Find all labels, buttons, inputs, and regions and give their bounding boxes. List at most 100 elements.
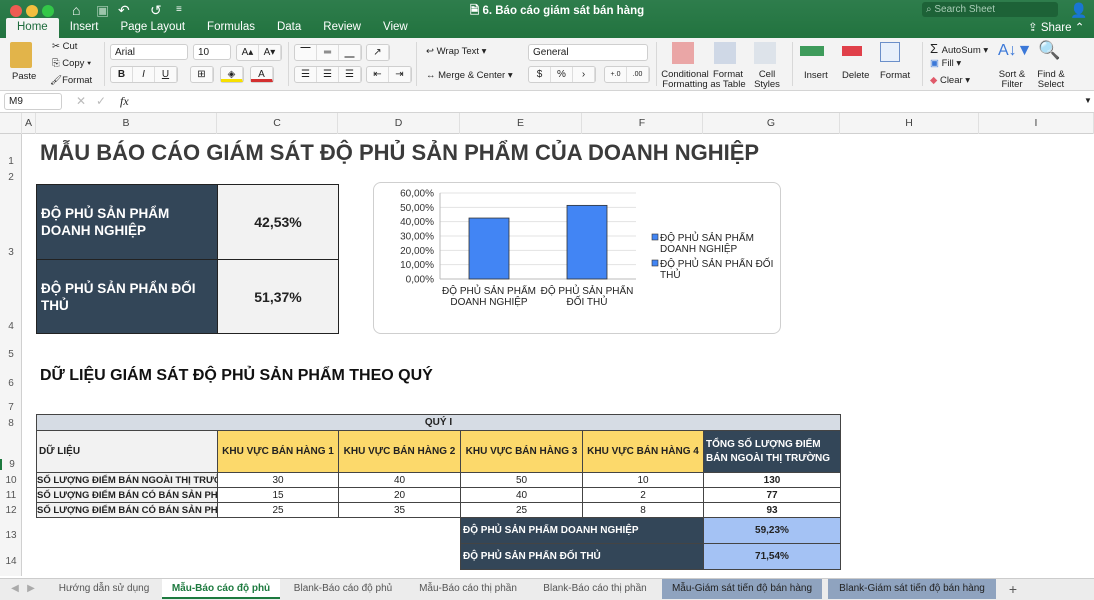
close-window-button[interactable] bbox=[10, 5, 22, 17]
conditional-formatting-button[interactable]: Conditional Formatting bbox=[660, 70, 710, 90]
row-header[interactable]: 4 bbox=[0, 321, 22, 332]
percent-icon[interactable]: % bbox=[551, 67, 573, 82]
function-icon[interactable]: fx bbox=[120, 94, 129, 109]
confirm-icon[interactable]: ✓ bbox=[96, 94, 106, 108]
table-cell[interactable]: 30 bbox=[217, 472, 339, 488]
sheet-tab-active[interactable]: Mẫu-Báo cáo độ phủ bbox=[162, 579, 280, 599]
insert-button[interactable]: Insert bbox=[804, 70, 828, 81]
region-header[interactable]: KHU VỰC BÁN HÀNG 3 bbox=[460, 430, 583, 473]
cell-styles-icon[interactable] bbox=[754, 42, 776, 64]
table-cell[interactable]: 2 bbox=[582, 487, 704, 503]
collapse-ribbon-icon[interactable]: ⌃ bbox=[1075, 22, 1085, 34]
save-icon[interactable]: ▣ bbox=[96, 2, 109, 19]
cancel-icon[interactable]: ✕ bbox=[76, 94, 86, 108]
quarter-header[interactable]: QUÝ I bbox=[36, 414, 841, 431]
decrease-indent-icon[interactable]: ⇤ bbox=[367, 67, 389, 82]
sort-filter-button[interactable]: Sort & Filter bbox=[996, 70, 1028, 90]
format-painter-button[interactable]: 🖌Format bbox=[50, 75, 92, 86]
find-select-button[interactable]: Find & Select bbox=[1034, 70, 1068, 90]
increase-decimal-icon[interactable]: +.0 bbox=[605, 67, 627, 82]
find-icon[interactable]: 🔍 bbox=[1038, 40, 1060, 61]
row-header[interactable]: 6 bbox=[0, 378, 22, 389]
tab-data[interactable]: Data bbox=[266, 18, 312, 38]
customize-toolbar-icon[interactable]: ≡ bbox=[176, 4, 182, 15]
table-cell[interactable]: 25 bbox=[460, 502, 583, 518]
redo-icon[interactable]: ↺ bbox=[150, 2, 162, 19]
data-header[interactable]: DỮ LIỆU bbox=[36, 430, 218, 473]
undo-icon[interactable]: ↶ bbox=[118, 2, 130, 19]
column-header-a[interactable]: A bbox=[22, 113, 36, 134]
fill-button[interactable]: ▣ Fill ▾ bbox=[930, 58, 961, 69]
search-sheet-input[interactable]: ⌕ Search Sheet bbox=[922, 2, 1058, 17]
decrease-decimal-icon[interactable]: .00 bbox=[627, 67, 649, 82]
delete-cells-icon[interactable] bbox=[842, 46, 862, 56]
row-header[interactable]: 13 bbox=[0, 530, 22, 541]
merge-center-button[interactable]: ↔ Merge & Center ▾ bbox=[426, 70, 513, 81]
scroll-right-icon[interactable]: ▶ bbox=[24, 579, 38, 599]
autosum-button[interactable]: Σ AutoSum ▾ bbox=[930, 41, 988, 56]
increase-font-icon[interactable]: A▴ bbox=[237, 45, 259, 60]
insert-cells-icon[interactable] bbox=[800, 46, 824, 56]
kpi-value-company[interactable]: 42,53% bbox=[217, 184, 339, 260]
kpi-label-company[interactable]: ĐỘ PHỦ SẢN PHẨM DOANH NGHIỆP bbox=[36, 184, 218, 260]
tab-page-layout[interactable]: Page Layout bbox=[109, 18, 196, 38]
row-label[interactable]: SỐ LƯỢNG ĐIỂM BÁN CÓ BÁN SẢN PHẨM ĐỐI TH… bbox=[36, 502, 218, 518]
fill-color-button[interactable]: ◈ bbox=[220, 66, 244, 83]
row-label[interactable]: SỐ LƯỢNG ĐIỂM BÁN NGOÀI THỊ TRƯỜNG bbox=[36, 472, 218, 488]
table-cell[interactable]: 40 bbox=[460, 487, 583, 503]
column-header-e[interactable]: E bbox=[460, 113, 582, 134]
align-left-icon[interactable]: ☰ bbox=[295, 67, 317, 82]
minimize-window-button[interactable] bbox=[26, 5, 38, 17]
select-all-corner[interactable] bbox=[0, 113, 22, 134]
sheet-tab[interactable]: Hướng dẫn sử dụng bbox=[48, 579, 160, 599]
align-right-icon[interactable]: ☰ bbox=[339, 67, 361, 82]
border-button[interactable]: ⊞ bbox=[190, 66, 214, 83]
row-header[interactable]: 3 bbox=[0, 247, 22, 258]
row-header[interactable]: 7 bbox=[0, 402, 22, 413]
account-icon[interactable]: 👤 bbox=[1070, 2, 1087, 19]
orientation-button[interactable]: ↗ bbox=[366, 44, 390, 61]
table-cell[interactable]: 10 bbox=[582, 472, 704, 488]
name-box[interactable]: M9 bbox=[4, 93, 62, 110]
format-as-table-icon[interactable] bbox=[714, 42, 736, 64]
align-middle-icon[interactable]: ═ bbox=[317, 45, 339, 60]
clear-button[interactable]: ◆ Clear ▾ bbox=[930, 75, 970, 86]
tab-view[interactable]: View bbox=[372, 18, 419, 38]
column-header-b[interactable]: B bbox=[36, 113, 217, 134]
delete-button[interactable]: Delete bbox=[842, 70, 869, 81]
cell-styles-button[interactable]: Cell Styles bbox=[752, 70, 782, 90]
sort-filter-icon[interactable]: A↓▼ bbox=[998, 42, 1033, 60]
row-header[interactable]: 2 bbox=[0, 172, 22, 183]
kpi-value-competitor[interactable]: 51,37% bbox=[217, 259, 339, 334]
region-header[interactable]: KHU VỰC BÁN HÀNG 1 bbox=[217, 430, 339, 473]
row-header[interactable]: 5 bbox=[0, 349, 22, 360]
underline-button[interactable]: U bbox=[155, 67, 177, 82]
tab-review[interactable]: Review bbox=[312, 18, 372, 38]
table-cell[interactable]: 35 bbox=[338, 502, 461, 518]
region-header[interactable]: KHU VỰC BÁN HÀNG 2 bbox=[338, 430, 461, 473]
sheet-tab[interactable]: Blank-Giám sát tiến độ bán hàng bbox=[828, 579, 996, 599]
sheet-tab[interactable]: Blank-Báo cáo độ phủ bbox=[282, 579, 404, 599]
total-cell[interactable]: 93 bbox=[703, 502, 841, 518]
maximize-window-button[interactable] bbox=[42, 5, 54, 17]
number-format-select[interactable]: General bbox=[528, 44, 648, 61]
total-cell[interactable]: 130 bbox=[703, 472, 841, 488]
conditional-formatting-icon[interactable] bbox=[672, 42, 694, 64]
tab-insert[interactable]: Insert bbox=[59, 18, 110, 38]
wrap-text-button[interactable]: ↩ Wrap Text ▾ bbox=[426, 46, 486, 57]
summary-value[interactable]: 71,54% bbox=[703, 543, 841, 570]
decrease-font-icon[interactable]: A▾ bbox=[259, 45, 281, 60]
column-header-d[interactable]: D bbox=[338, 113, 460, 134]
sheet-tab[interactable]: Mẫu-Báo cáo thị phần bbox=[406, 579, 530, 599]
sheet-tab[interactable]: Mẫu-Giám sát tiến độ bán hàng bbox=[662, 579, 822, 599]
comma-icon[interactable]: › bbox=[573, 67, 595, 82]
align-bottom-icon[interactable]: ⎽ bbox=[339, 45, 361, 60]
paste-button[interactable]: Paste bbox=[12, 71, 36, 82]
bold-button[interactable]: B bbox=[111, 67, 133, 82]
table-cell[interactable]: 15 bbox=[217, 487, 339, 503]
column-header-f[interactable]: F bbox=[582, 113, 703, 134]
align-center-icon[interactable]: ☰ bbox=[317, 67, 339, 82]
copy-button[interactable]: ⎘ Copy ▾ bbox=[52, 58, 91, 69]
accounting-icon[interactable]: $ bbox=[529, 67, 551, 82]
font-size-select[interactable]: 10 bbox=[193, 44, 231, 60]
